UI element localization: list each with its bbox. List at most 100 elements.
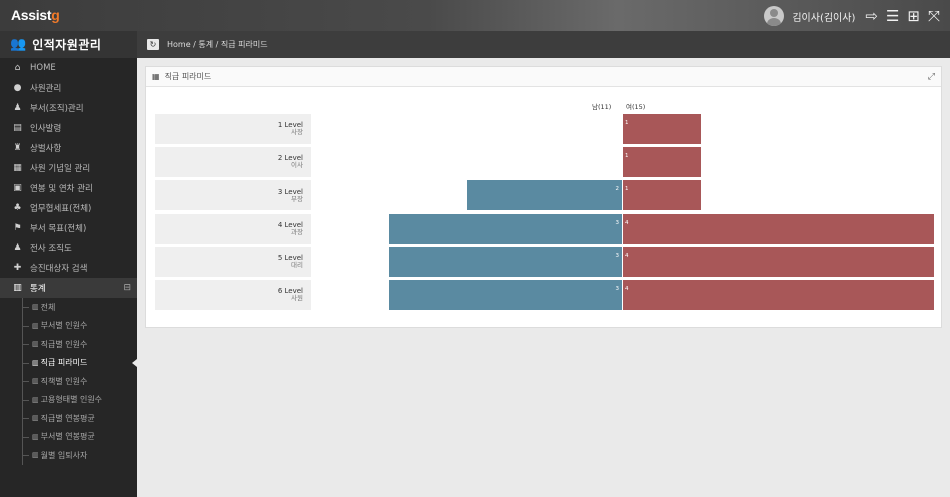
pyramid-row: 2 Level 이사 1 xyxy=(155,147,933,178)
submenu-item-position-headcount[interactable]: ▥ 직책별 인원수 xyxy=(0,372,137,391)
table-icon: ▦ xyxy=(152,72,160,81)
pyramid-row: 5 Level 대리 3 4 xyxy=(155,246,934,277)
submenu-item-employment-type[interactable]: ▥ 고용형태별 인원수 xyxy=(0,391,137,410)
level-label: 3 Level xyxy=(277,187,303,196)
avatar[interactable] xyxy=(764,6,785,26)
row-label: 3 Level 부장 xyxy=(155,180,309,210)
trophy-icon: ♜ xyxy=(13,143,22,153)
submenu-item-rank-salary[interactable]: ▥ 직급별 연봉평균 xyxy=(0,409,137,428)
sidebar-item-salary[interactable]: ▣ 연봉 및 연차 관리 xyxy=(0,178,137,198)
sidebar-item-promotion[interactable]: ✚ 승진대상자 검색 xyxy=(0,258,137,278)
sidebar-item-label: 부서(조직)관리 xyxy=(30,104,84,114)
logout-icon[interactable]: ⇨ xyxy=(865,8,878,24)
level-label: 5 Level xyxy=(277,254,303,263)
sidebar-item-home[interactable]: ⌂ HOME xyxy=(0,58,137,78)
chart-icon: ▥ xyxy=(32,377,39,386)
bar-value-label: 3 xyxy=(615,219,620,226)
menu-icon[interactable]: ☰ xyxy=(886,8,899,24)
row-label: 5 Level 대리 xyxy=(155,247,309,277)
pyramid-row: 1 Level 사장 1 xyxy=(155,114,933,144)
sidebar-item-anniversaries[interactable]: ▦ 사원 기념일 관리 xyxy=(0,158,137,178)
refresh-icon[interactable]: ↻ xyxy=(147,39,159,50)
bar-value-label: 1 xyxy=(625,153,629,160)
sidebar-item-label: 부서 목표(전체) xyxy=(30,224,87,234)
sitemap-icon: ♣ xyxy=(13,203,22,213)
thumbs-up-icon: ✚ xyxy=(13,263,22,273)
sidebar-item-appointments[interactable]: ▤ 인사발령 xyxy=(0,118,137,138)
rank-label: 대리 xyxy=(291,261,303,270)
sidebar-item-statistics[interactable]: ▥ 통계 ⊟ xyxy=(0,278,137,298)
sidebar-item-org-chart[interactable]: ♟ 전사 조직도 xyxy=(0,238,137,258)
sidebar-item-rewards[interactable]: ♜ 상벌사항 xyxy=(0,138,137,158)
app-logo[interactable]: Assistg xyxy=(11,7,60,23)
flag-icon: ⚑ xyxy=(13,223,22,233)
sidebar-header: 👥 인적자원관리 xyxy=(0,31,137,58)
bar-value-label: 4 xyxy=(625,252,629,259)
sidebar-item-departments[interactable]: ♟ 부서(조직)관리 xyxy=(0,98,137,118)
bar-female[interactable]: 4 xyxy=(623,213,934,244)
bar-value-label: 3 xyxy=(615,252,620,259)
bar-female[interactable]: 4 xyxy=(623,246,934,277)
bar-female[interactable]: 1 xyxy=(623,180,701,211)
sidebar-item-label: 승진대상자 검색 xyxy=(30,264,88,274)
people-icon: 👥 xyxy=(10,37,27,52)
bar-male[interactable]: 3 xyxy=(388,213,622,244)
grid-icon[interactable]: ⊞ xyxy=(907,8,920,24)
submenu-item-label: 부서별 인원수 xyxy=(40,321,88,331)
bar-value-label: 1 xyxy=(625,120,629,126)
submenu-item-dept-headcount[interactable]: ▥ 부서별 인원수 xyxy=(0,317,137,336)
org-icon: ♟ xyxy=(13,243,22,253)
chart-icon: ▥ xyxy=(32,432,39,441)
sidebar-item-label: 사원 기념일 관리 xyxy=(30,164,91,174)
bar-female[interactable]: 4 xyxy=(623,280,934,310)
bar-value-label: 1 xyxy=(625,186,629,193)
bar-value-label: 2 xyxy=(615,186,620,193)
bar-female[interactable]: 1 xyxy=(623,147,701,178)
submenu-item-monthly-join-leave[interactable]: ▥ 월별 입퇴사자 xyxy=(0,446,137,465)
sidebar-item-label: 상벌사항 xyxy=(30,144,62,154)
rank-label: 과장 xyxy=(291,227,303,236)
pyramid-row: 4 Level 과장 3 4 xyxy=(155,213,934,244)
bar-female[interactable]: 1 xyxy=(623,114,701,144)
sidebar-item-tasks[interactable]: ♣ 업무협세표(전체) xyxy=(0,198,137,218)
bar-male[interactable]: 3 xyxy=(388,280,622,310)
sidebar-title: 인적자원관리 xyxy=(32,38,102,52)
breadcrumb-text[interactable]: Home / 통계 / 직급 피라미드 xyxy=(167,39,268,50)
level-label: 4 Level xyxy=(277,220,303,229)
submenu-item-label: 월별 입퇴사자 xyxy=(40,450,88,460)
submenu-item-rank-headcount[interactable]: ▥ 직급별 인원수 xyxy=(0,335,137,354)
pyramid-row: 6 Level 사원 3 4 xyxy=(155,280,934,310)
sidebar-item-label: 업무협세표(전체) xyxy=(30,204,92,214)
top-right-controls: 김이사(김이사) ⇨ ☰ ⊞ ⤧ xyxy=(764,6,940,26)
row-label: 6 Level 사원 xyxy=(155,280,309,310)
sidebar-item-goals[interactable]: ⚑ 부서 목표(전체) xyxy=(0,218,137,238)
bar-male[interactable]: 2 xyxy=(466,180,622,211)
rank-label: 이사 xyxy=(291,161,303,170)
submenu-item-label: 전체 xyxy=(40,302,56,312)
user-name[interactable]: 김이사(김이사) xyxy=(792,9,855,24)
bar-value-label: 3 xyxy=(615,286,620,292)
submenu-item-label: 직급 피라미드 xyxy=(40,358,88,368)
level-label: 6 Level xyxy=(277,287,303,296)
bar-male[interactable]: 3 xyxy=(388,246,622,277)
expand-icon[interactable]: ⤢ xyxy=(928,72,935,82)
level-label: 1 Level xyxy=(277,121,303,130)
panel-header: ▦ 직급 피라미드 xyxy=(146,67,941,87)
row-label: 4 Level 과장 xyxy=(155,214,309,244)
chart-icon: ▥ xyxy=(32,303,39,312)
submenu-item-dept-salary[interactable]: ▥ 부서별 연봉평균 xyxy=(0,428,137,447)
submenu-item-label: 직급별 인원수 xyxy=(40,339,88,349)
rank-label: 부장 xyxy=(291,194,303,203)
fullscreen-icon[interactable]: ⤧ xyxy=(928,8,940,24)
submenu-item-all[interactable]: ▥ 전체 xyxy=(0,298,137,317)
row-label: 1 Level 사장 xyxy=(155,114,309,144)
rank-label: 사장 xyxy=(291,128,303,137)
collapse-toggle-icon[interactable]: ⊟ xyxy=(123,283,131,293)
sidebar: 👥 인적자원관리 ⌂ HOME ● 사원관리 ♟ 부서(조직)관리 ▤ 인사발령 ♜ 상벌… xyxy=(0,31,137,497)
sidebar-item-label: 연봉 및 연차 관리 xyxy=(30,184,93,194)
sidebar-item-employees[interactable]: ● 사원관리 xyxy=(0,78,137,98)
calendar-icon: ▦ xyxy=(13,163,22,173)
sidebar-item-label: HOME xyxy=(30,63,56,73)
sidebar-item-label: 인사발령 xyxy=(30,124,62,134)
submenu-item-rank-pyramid[interactable]: ▥ 직급 피라미드 xyxy=(0,354,137,373)
